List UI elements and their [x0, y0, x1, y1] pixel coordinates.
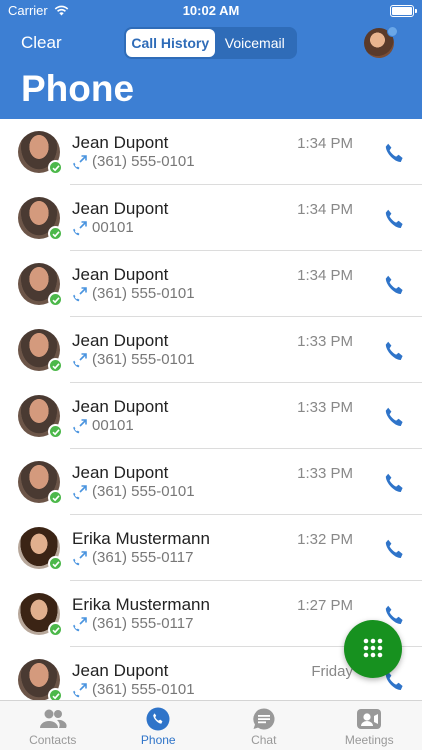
contact-name: Jean Dupont [72, 397, 169, 416]
call-detail: (361) 555-0117 [72, 615, 193, 632]
call-time: 1:33 PM [297, 333, 353, 350]
battery-icon [390, 5, 417, 17]
header: Carrier 10:02 AM Clear Call History Voic… [0, 0, 422, 119]
phone-number: 00101 [92, 417, 134, 434]
page-title: Phone [21, 68, 135, 109]
call-time: 1:34 PM [297, 201, 353, 218]
phone-number: (361) 555-0101 [92, 351, 195, 368]
outgoing-call-icon [73, 418, 87, 433]
presence-available-icon [48, 226, 63, 241]
call-detail: (361) 555-0117 [72, 549, 193, 566]
dialpad-button[interactable] [344, 620, 402, 678]
call-time: Friday [311, 663, 353, 680]
call-time: 1:34 PM [297, 267, 353, 284]
outgoing-call-icon [73, 154, 87, 169]
call-detail: (361) 555-0101 [72, 285, 195, 302]
tab-voicemail[interactable]: Voicemail [215, 29, 295, 57]
presence-available-icon [48, 556, 63, 571]
profile-avatar[interactable] [364, 26, 398, 58]
history-voicemail-switch: Call History Voicemail [124, 27, 297, 59]
outgoing-call-icon [73, 616, 87, 631]
meetings-icon [357, 709, 382, 729]
call-button[interactable] [384, 472, 406, 494]
tab-bar: Contacts Phone Chat Meetings [0, 700, 422, 750]
contact-name: Jean Dupont [72, 199, 169, 218]
contact-name: Jean Dupont [72, 331, 169, 350]
phone-number: (361) 555-0101 [92, 153, 195, 170]
call-detail: (361) 555-0101 [72, 153, 195, 170]
tab-chat[interactable]: Chat [211, 701, 317, 750]
call-time: 1:27 PM [297, 597, 353, 614]
phone-number: (361) 555-0117 [92, 615, 194, 632]
call-detail: 00101 [72, 219, 134, 236]
contact-name: Jean Dupont [72, 265, 169, 284]
call-history-row[interactable]: Jean Dupont (361) 555-0101 1:34 PM [0, 119, 422, 185]
phone-icon [146, 707, 170, 731]
contacts-icon [39, 709, 67, 728]
call-time: 1:33 PM [297, 465, 353, 482]
presence-available-icon [48, 490, 63, 505]
call-time: 1:34 PM [297, 135, 353, 152]
call-detail: (361) 555-0101 [72, 681, 195, 698]
presence-available-icon [48, 424, 63, 439]
call-button[interactable] [384, 538, 406, 560]
phone-number: 00101 [92, 219, 134, 236]
outgoing-call-icon [73, 352, 87, 367]
call-button[interactable] [384, 604, 406, 626]
call-history-row[interactable]: Erika Mustermann (361) 555-0117 1:32 PM [0, 515, 422, 581]
call-detail: (361) 555-0101 [72, 351, 195, 368]
phone-number: (361) 555-0101 [92, 483, 195, 500]
call-history-row[interactable]: Jean Dupont (361) 555-0101 1:34 PM [0, 251, 422, 317]
tab-call-history[interactable]: Call History [126, 29, 215, 57]
contact-name: Jean Dupont [72, 463, 169, 482]
phone-number: (361) 555-0101 [92, 681, 195, 698]
tab-label: Meetings [344, 733, 394, 747]
call-time: 1:33 PM [297, 399, 353, 416]
presence-available-icon [48, 160, 63, 175]
call-button[interactable] [384, 274, 406, 296]
call-detail: 00101 [72, 417, 134, 434]
call-button[interactable] [384, 208, 406, 230]
dialpad-icon [363, 638, 383, 658]
tab-meetings[interactable]: Meetings [317, 701, 422, 750]
tab-contacts[interactable]: Contacts [0, 701, 106, 750]
contact-name: Erika Mustermann [72, 529, 210, 548]
presence-available-icon [48, 292, 63, 307]
call-button[interactable] [384, 142, 406, 164]
call-button[interactable] [384, 406, 406, 428]
call-time: 1:32 PM [297, 531, 353, 548]
phone-number: (361) 555-0117 [92, 549, 194, 566]
outgoing-call-icon [73, 484, 87, 499]
outgoing-call-icon [73, 550, 87, 565]
call-detail: (361) 555-0101 [72, 483, 195, 500]
tab-phone[interactable]: Phone [106, 701, 212, 750]
call-button[interactable] [384, 340, 406, 362]
call-history-row[interactable]: Jean Dupont 00101 1:33 PM [0, 383, 422, 449]
call-history-row[interactable]: Jean Dupont (361) 555-0101 1:33 PM [0, 449, 422, 515]
phone-number: (361) 555-0101 [92, 285, 195, 302]
clock: 10:02 AM [182, 3, 240, 18]
outgoing-call-icon [73, 220, 87, 235]
outgoing-call-icon [73, 682, 87, 697]
presence-available-icon [48, 358, 63, 373]
contact-name: Jean Dupont [72, 133, 169, 152]
call-history-row[interactable]: Jean Dupont (361) 555-0101 1:33 PM [0, 317, 422, 383]
contact-name: Jean Dupont [72, 661, 169, 680]
call-history-row[interactable]: Jean Dupont 00101 1:34 PM [0, 185, 422, 251]
tab-label: Contacts [29, 733, 77, 747]
status-dot [387, 26, 398, 37]
status-bar: Carrier 10:02 AM [0, 0, 422, 22]
clear-button[interactable]: Clear [21, 33, 62, 53]
presence-available-icon [48, 622, 63, 637]
outgoing-call-icon [73, 286, 87, 301]
tab-label: Phone [140, 733, 176, 747]
chat-icon [253, 708, 275, 730]
tab-label: Chat [251, 733, 277, 747]
contact-name: Erika Mustermann [72, 595, 210, 614]
